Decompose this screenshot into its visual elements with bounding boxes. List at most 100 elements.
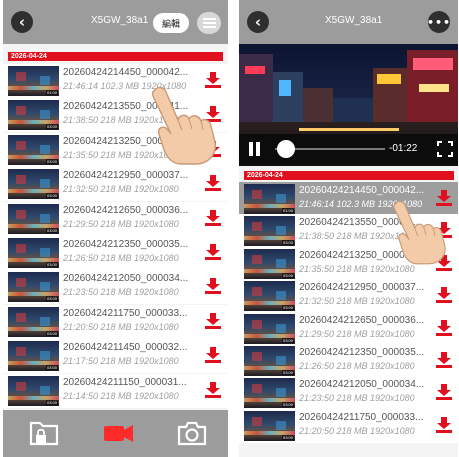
duration-label: 03:00 [45,124,58,130]
file-meta: 21:20:50 218 MB 1920x1080 [63,321,179,332]
list-item[interactable]: 03:00 20260424211150_000031... 21:14:50 21… [3,373,228,408]
list-item[interactable]: 03:00 20260424211750_000033... 21:20:50 21… [3,304,228,339]
duration-label: 01:00 [281,208,294,213]
list-item[interactable]: 03:00 20260424212050_000034... 21:23:50 21… [3,270,228,305]
file-meta: 21:14:50 218 MB 1920x1080 [63,390,179,401]
duration-label: 03:00 [281,402,294,408]
video-thumbnail: 03:00 [8,341,59,372]
more-options-button[interactable]: ••• [427,11,450,33]
back-button[interactable]: ‹ [11,11,33,33]
download-icon[interactable] [205,346,221,364]
device-title: X5GW_38a1 [325,15,383,26]
download-icon[interactable] [205,243,221,261]
duration-label: 03:00 [45,365,58,371]
device-title: X5GW_38a1 [91,15,149,26]
duration-label: 03:00 [45,330,58,336]
file-name: 20260424211750_000033... [299,411,424,423]
list-item[interactable]: 03:00 20260424211450_000032... 21:17:50 21… [3,339,228,374]
duration-label: 03:00 [281,337,294,343]
seek-knob[interactable] [277,140,295,158]
file-meta: 21:23:50 218 MB 1920x1080 [299,393,415,404]
pause-icon[interactable] [249,142,261,156]
video-thumbnail: 03:00 [8,100,59,131]
list-item[interactable]: 03:00 20260424212350_000035... 21:26:50 21… [3,236,228,270]
download-icon[interactable] [205,312,221,330]
video-player-screen: ‹ X5GW_38a1 ••• -01:22 2026-04-24 01:00 2… [239,0,458,457]
video-thumbnail: 03:00 [8,375,59,406]
list-item[interactable]: 03:00 20260424212950_000037... 21:32:50 21… [239,279,458,314]
file-name: 20260424212350_000035... [299,347,425,358]
time-remaining: -01:22 [389,143,418,154]
video-thumbnail: 03:00 [8,203,59,234]
list-item[interactable]: 03:00 20260424211750_000033... 21:20:50 21… [239,408,458,443]
video-thumbnail: 03:00 [8,134,59,165]
list-item[interactable]: 03:00 20260424212650_000036... 21:29:50 21… [3,201,228,236]
list-item[interactable]: 03:00 20260424212950_000037... 21:32:50 21… [3,167,228,202]
video-thumbnail: 03:00 [8,272,59,303]
camera-icon[interactable] [176,418,208,448]
duration-label: 03:00 [45,193,58,199]
file-name: 20260424211150_000031... [63,376,187,388]
fullscreen-icon[interactable] [437,141,453,157]
file-name: 20260424214450_000042... [299,185,425,196]
download-icon[interactable] [436,319,452,337]
duration-label: 03:00 [45,262,58,267]
duration-label: 03:00 [45,399,58,405]
video-thumbnail: 03:00 [244,410,295,441]
file-name: 20260424214450_000042... [63,67,189,78]
duration-label: 03:00 [281,370,294,375]
duration-label: 03:00 [45,227,58,233]
date-header: 2026-04-24 [244,171,454,180]
download-icon[interactable] [205,277,221,295]
chevron-left-icon: ‹ [18,12,26,31]
file-name: 20260424211750_000033... [63,307,188,319]
file-meta: 21:26:50 218 MB 1920x1080 [299,361,415,371]
bottom-tab-bar [3,410,228,457]
video-thumbnail: 01:00 [8,66,59,96]
hand-pointer-icon [151,86,216,165]
download-icon[interactable] [205,209,221,227]
download-icon[interactable] [205,174,221,192]
edit-button[interactable]: 編輯 [153,13,189,33]
file-name: 20260424212650_000036... [299,314,425,326]
download-icon[interactable] [205,381,221,399]
list-item[interactable]: 03:00 20260424212050_000034... 21:23:50 21… [239,376,458,411]
video-thumbnail: 03:00 [244,346,295,376]
download-icon[interactable] [436,351,452,369]
file-meta: 21:17:50 218 MB 1920x1080 [63,356,179,367]
video-thumbnail: 03:00 [244,378,295,409]
download-icon[interactable] [436,416,452,434]
list-item[interactable]: 03:00 20260424212650_000036... 21:29:50 21… [239,311,458,346]
chevron-left-icon: ‹ [254,12,262,31]
duration-label: 03:00 [281,240,294,246]
video-thumbnail: 03:00 [244,248,295,279]
file-meta: 21:32:50 218 MB 1920x1080 [63,184,179,195]
video-thumbnail: 01:00 [244,184,295,214]
file-name: 20260424212950_000037... [299,282,425,294]
playback-controls: -01:22 [239,134,458,164]
file-name: 20260424212950_000037... [63,170,189,182]
back-button[interactable]: ‹ [247,11,269,33]
video-list-screen: ‹ X5GW_38a1 編輯 2026-04-24 01:00 202604242… [3,0,228,457]
video-thumbnail: 03:00 [8,306,59,337]
file-name: 20260424212050_000034... [299,379,425,391]
video-camera-icon[interactable] [102,418,136,448]
file-name: 20260424212650_000036... [63,204,189,216]
duration-label: 03:00 [45,296,58,302]
list-menu-button[interactable] [197,12,221,34]
download-icon[interactable] [436,286,452,304]
list-item[interactable]: 03:00 20260424212350_000035... 21:26:50 21… [239,344,458,378]
date-header: 2026-04-24 [8,52,223,61]
top-bar: ‹ X5GW_38a1 ••• [239,0,458,44]
video-thumbnail: 03:00 [8,169,59,200]
download-icon[interactable] [436,383,452,401]
duration-label: 03:00 [281,434,294,440]
file-meta: 21:23:50 218 MB 1920x1080 [63,287,179,298]
file-meta: 21:26:50 218 MB 1920x1080 [63,253,179,263]
file-name: 20260424212050_000034... [63,273,189,285]
video-thumbnail: 03:00 [8,238,59,268]
top-bar: ‹ X5GW_38a1 編輯 [3,0,228,44]
folder-lock-icon[interactable] [28,418,60,448]
file-meta: 21:32:50 218 MB 1920x1080 [299,296,415,307]
file-meta: 21:20:50 218 MB 1920x1080 [299,425,415,436]
